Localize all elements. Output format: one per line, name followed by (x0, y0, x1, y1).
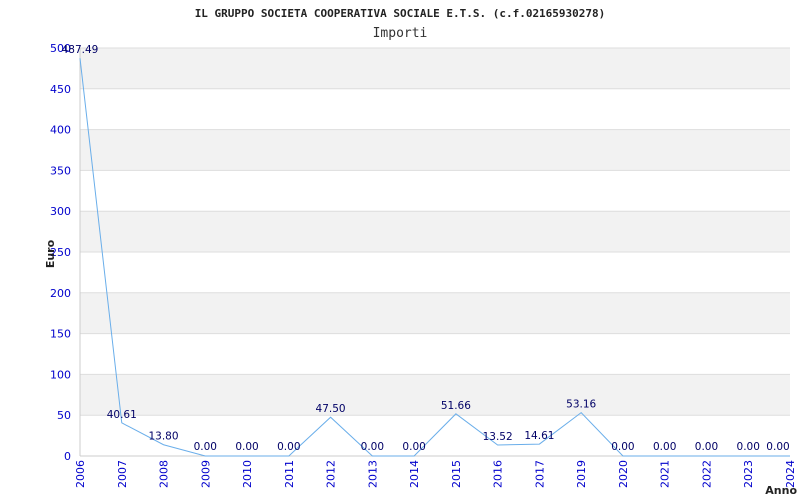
x-tick-label: 2017 (533, 460, 546, 488)
y-tick-label: 150 (50, 328, 71, 341)
plot-band (80, 129, 790, 171)
data-label: 51.66 (441, 400, 471, 412)
x-tick-label: 2008 (158, 460, 171, 488)
x-tick-label: 2006 (74, 460, 87, 488)
line-chart: 050100150200250300350400450500 2006 2007 2… (44, 7, 797, 497)
x-tick-label: 2011 (283, 460, 296, 488)
y-tick-label: 100 (50, 368, 71, 381)
data-label: 0.00 (695, 441, 718, 453)
data-label: 0.00 (611, 441, 634, 453)
y-tick-label: 300 (50, 205, 71, 218)
data-label: 0.00 (277, 441, 300, 453)
x-tick-label: 2014 (408, 460, 421, 488)
x-axis-ticks: 2006 2007 2008 2009 2010 2011 2012 2013 2014 2015… (74, 460, 797, 488)
x-tick-label: 2010 (241, 460, 254, 488)
x-tick-label: 2013 (366, 460, 379, 488)
x-tick-label: 2020 (617, 460, 630, 488)
plot-bands (80, 48, 790, 416)
x-tick-label: 2022 (700, 460, 713, 488)
data-label: 13.80 (148, 431, 178, 443)
y-tick-label: 350 (50, 164, 71, 177)
data-label: 53.16 (566, 399, 596, 411)
x-tick-label: 2019 (575, 460, 588, 488)
data-label: 13.52 (483, 431, 513, 443)
x-tick-label: 2007 (116, 460, 129, 488)
data-label: 0.00 (766, 441, 789, 453)
y-tick-label: 0 (64, 450, 71, 463)
data-label: 487.49 (62, 44, 99, 56)
data-label: 40.61 (107, 409, 137, 421)
data-label: 0.00 (361, 441, 384, 453)
chart-subtitle: Importi (373, 26, 428, 41)
y-axis-label: Euro (44, 239, 57, 268)
x-tick-label: 2023 (742, 460, 755, 488)
data-label: 47.50 (316, 403, 346, 415)
data-label: 0.00 (402, 441, 425, 453)
y-tick-label: 200 (50, 287, 71, 300)
x-tick-label: 2021 (659, 460, 672, 488)
plot-band (80, 292, 790, 334)
y-tick-label: 450 (50, 83, 71, 96)
plot-band (80, 211, 790, 252)
y-tick-label: 400 (50, 124, 71, 137)
x-tick-label: 2016 (492, 460, 505, 488)
plot-band (80, 374, 790, 416)
data-label: 0.00 (737, 441, 760, 453)
chart-title: IL GRUPPO SOCIETA COOPERATIVA SOCIALE E.… (195, 7, 606, 20)
x-tick-label: 2015 (450, 460, 463, 488)
x-axis-label: Anno (765, 484, 797, 497)
plot-band (80, 48, 790, 89)
x-tick-label: 2009 (199, 460, 212, 488)
y-tick-label: 50 (57, 409, 71, 422)
data-label: 14.61 (524, 430, 554, 442)
data-label: 0.00 (653, 441, 676, 453)
data-label: 0.00 (194, 441, 217, 453)
x-tick-label: 2012 (325, 460, 338, 488)
data-label: 0.00 (235, 441, 258, 453)
